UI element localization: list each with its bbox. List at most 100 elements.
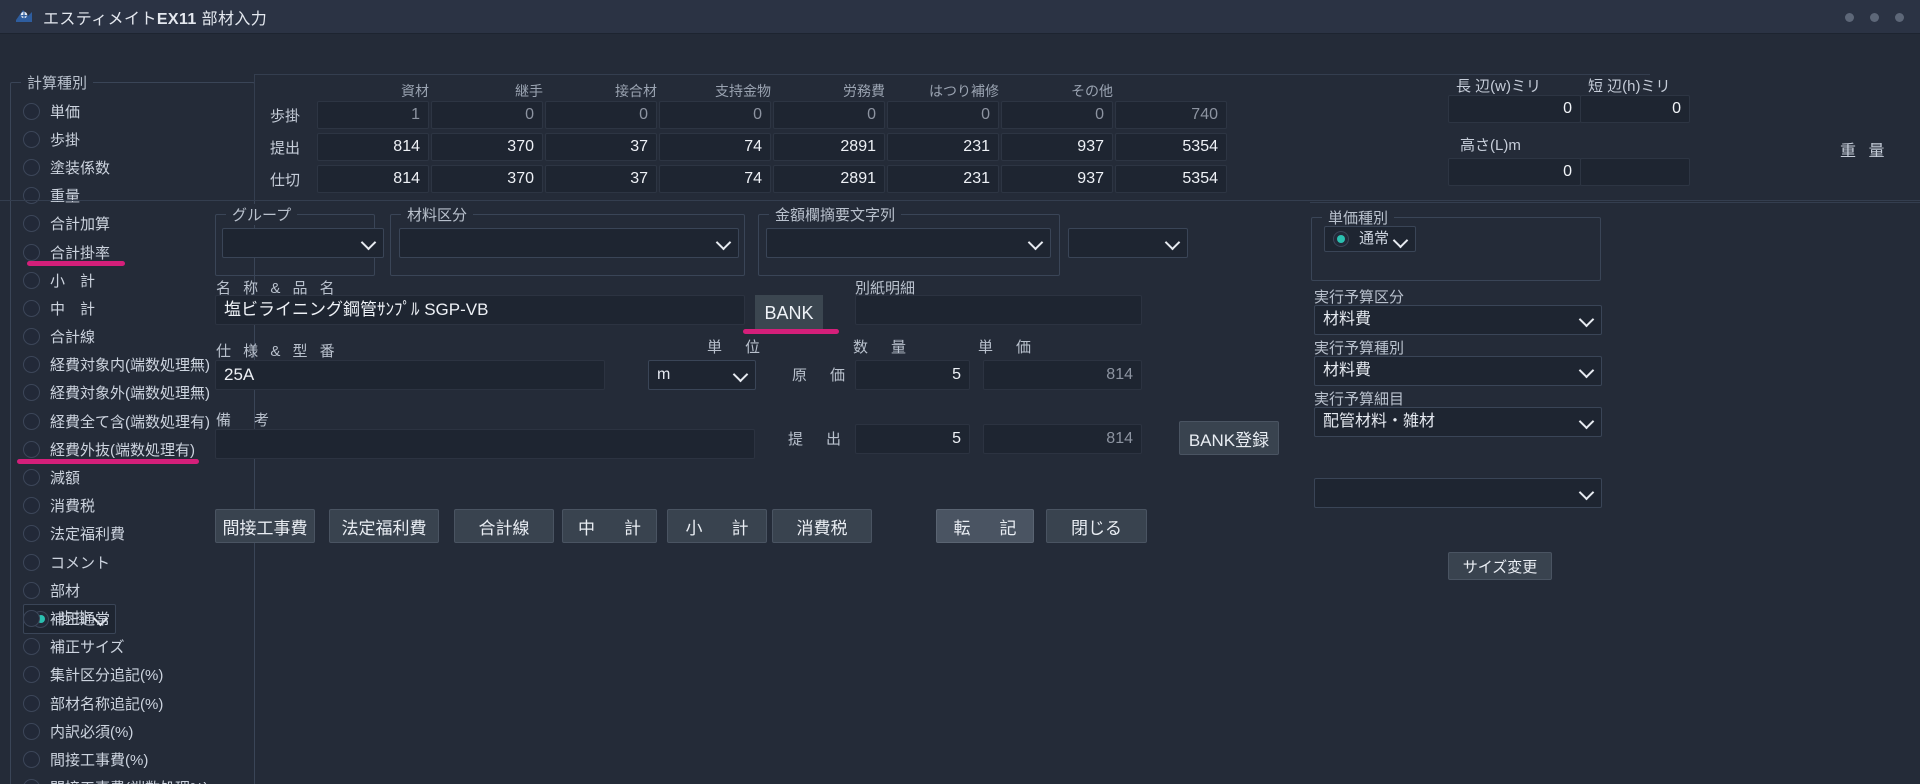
calc-kind-radio-19[interactable]: 補正通常 — [23, 604, 254, 632]
material-class-select[interactable] — [399, 228, 739, 258]
qty-label: 数 量 — [853, 339, 911, 356]
grid-cell[interactable]: 370 — [431, 133, 543, 161]
unit-kind-radio-0[interactable]: 通常 — [1324, 226, 1417, 252]
amount-note-extra-select[interactable] — [1068, 228, 1188, 258]
cost-qty-input[interactable]: 5 — [855, 360, 970, 390]
main-body: 計算種別 単価 歩掛 塗装係数 重量 合計加算 合計掛率小 計中 計合計線 経費対象内(端数… — [0, 34, 1920, 784]
consumption-tax-button[interactable]: 消費税 — [772, 509, 872, 543]
close-button[interactable]: 閉じる — [1046, 509, 1147, 543]
grid-cell[interactable]: 370 — [431, 165, 543, 193]
spec-label: 仕 様 & 型 番 — [216, 343, 339, 360]
radio-indicator-icon — [23, 750, 40, 768]
calc-kind-radio-16[interactable]: コメント — [23, 548, 254, 576]
calc-kind-radio-0[interactable]: 単価 — [23, 97, 254, 125]
unit-select[interactable]: m — [648, 360, 756, 390]
calc-kind-radio-label: 部材 — [50, 582, 81, 600]
group-legend: グループ — [226, 204, 298, 225]
note-label: 備 考 — [216, 412, 274, 429]
resize-button[interactable]: サイズ変更 — [1448, 552, 1552, 580]
height-field[interactable]: 0 — [1580, 95, 1690, 123]
calc-kind-radio-21[interactable]: 集計区分追記(%) — [23, 661, 254, 689]
spec-input[interactable]: 25A — [215, 360, 605, 390]
radio-indicator-icon — [23, 609, 40, 627]
calc-kind-legend: 計算種別 — [21, 72, 94, 93]
calc-kind-radio-13[interactable]: 減額 — [23, 463, 254, 491]
length-field-secondary[interactable] — [1580, 158, 1690, 186]
grid-cell[interactable]: 5354 — [1115, 133, 1227, 161]
grid-cell[interactable]: 231 — [887, 133, 999, 161]
submit-qty-input[interactable]: 5 — [855, 424, 970, 454]
calc-kind-radio-3[interactable]: 重量 — [23, 182, 254, 210]
budget-type-select[interactable]: 材料費 — [1314, 356, 1602, 386]
length-field[interactable]: 0 — [1448, 158, 1581, 186]
unit-kind-options[interactable]: 通常労務費 — [1314, 226, 1417, 255]
calc-kind-radio-22[interactable]: 部材名称追記(%) — [23, 689, 254, 717]
calc-kind-radio-label: 経費外抜(端数処理有) — [50, 441, 195, 459]
price-label: 単 価 — [978, 339, 1036, 356]
grid-cell[interactable]: 37 — [545, 133, 657, 161]
grid-cell[interactable]: 231 — [887, 165, 999, 193]
grid-cell[interactable]: 937 — [1001, 165, 1113, 193]
grid-cell[interactable]: 1 — [317, 101, 429, 129]
attachment-input[interactable] — [855, 295, 1142, 325]
grid-cell[interactable]: 0 — [887, 101, 999, 129]
grid-column-header: 接合材 — [615, 83, 657, 99]
grid-cell[interactable]: 814 — [317, 165, 429, 193]
maximize-button[interactable] — [1870, 12, 1879, 22]
calc-kind-radio-label: 塗装係数 — [50, 159, 111, 177]
submit-price-input[interactable]: 814 — [983, 424, 1142, 454]
calc-kind-radio-23[interactable]: 内訳必須(%) — [23, 717, 254, 745]
radio-indicator-icon — [23, 384, 40, 402]
window-controls[interactable] — [1845, 0, 1904, 34]
unit-kind-legend: 単価種別 — [1322, 207, 1395, 228]
grid-cell[interactable]: 2891 — [773, 165, 885, 193]
budget-detail-select[interactable]: 配管材料・雑材 — [1314, 407, 1602, 437]
medium-total-button[interactable]: 中 計 — [562, 509, 657, 543]
grid-cell[interactable]: 937 — [1001, 133, 1113, 161]
calc-kind-radio-1[interactable]: 歩掛 — [23, 125, 254, 153]
radio-indicator-icon — [23, 130, 40, 148]
calc-kind-radio-label: 間接工事費(%) — [50, 751, 149, 769]
width-field[interactable]: 0 — [1448, 95, 1581, 123]
calc-kind-radio-24[interactable]: 間接工事費(%) — [23, 745, 254, 773]
grid-cell[interactable]: 0 — [659, 101, 771, 129]
calc-kind-radio-17[interactable]: 部材 — [23, 576, 254, 604]
grid-cell[interactable]: 814 — [317, 133, 429, 161]
group-select[interactable] — [222, 228, 384, 258]
calc-kind-radio-20[interactable]: 補正サイズ — [23, 633, 254, 661]
name-input[interactable]: 塩ビライニング鋼管ｻﾝﾌﾟﾙ SGP-VB — [215, 295, 745, 325]
budget-detail-label: 実行予算細目 — [1314, 391, 1405, 408]
grid-cell[interactable]: 0 — [773, 101, 885, 129]
budget-division-select[interactable]: 材料費 — [1314, 305, 1602, 335]
calc-kind-radio-label: 合計加算 — [50, 216, 111, 234]
close-window-button[interactable] — [1895, 12, 1904, 22]
radio-indicator-icon — [23, 638, 40, 656]
grid-cell[interactable]: 0 — [545, 101, 657, 129]
grid-cell[interactable]: 740 — [1115, 101, 1227, 129]
bank-button[interactable]: BANK — [755, 295, 823, 331]
grid-column-header: その他 — [1071, 83, 1113, 99]
grid-cell[interactable]: 2891 — [773, 133, 885, 161]
indirect-cost-button[interactable]: 間接工事費 — [215, 509, 315, 543]
note-input[interactable] — [215, 429, 755, 459]
calc-kind-radio-25[interactable]: 間接工事費(端数処理%) — [23, 774, 254, 784]
grid-cell[interactable]: 37 — [545, 165, 657, 193]
transfer-button[interactable]: 転 記 — [936, 509, 1034, 543]
sub-total-button[interactable]: 小 計 — [667, 509, 767, 543]
height-label: 短 辺(h)ミリ — [1588, 78, 1671, 95]
grid-column-header: 労務費 — [843, 83, 885, 99]
bank-register-button[interactable]: BANK登録 — [1179, 421, 1279, 455]
grid-cell[interactable]: 74 — [659, 133, 771, 161]
grid-cell[interactable]: 74 — [659, 165, 771, 193]
amount-note-select[interactable] — [766, 228, 1051, 258]
minimize-button[interactable] — [1845, 12, 1854, 22]
statutory-welfare-button[interactable]: 法定福利費 — [329, 509, 439, 543]
total-line-button[interactable]: 合計線 — [454, 509, 554, 543]
extra-select[interactable] — [1314, 478, 1602, 508]
cost-price-input[interactable]: 814 — [983, 360, 1142, 390]
grid-cell[interactable]: 5354 — [1115, 165, 1227, 193]
calc-kind-radio-2[interactable]: 塗装係数 — [23, 153, 254, 181]
radio-indicator-icon — [1333, 231, 1349, 247]
grid-cell[interactable]: 0 — [1001, 101, 1113, 129]
grid-cell[interactable]: 0 — [431, 101, 543, 129]
